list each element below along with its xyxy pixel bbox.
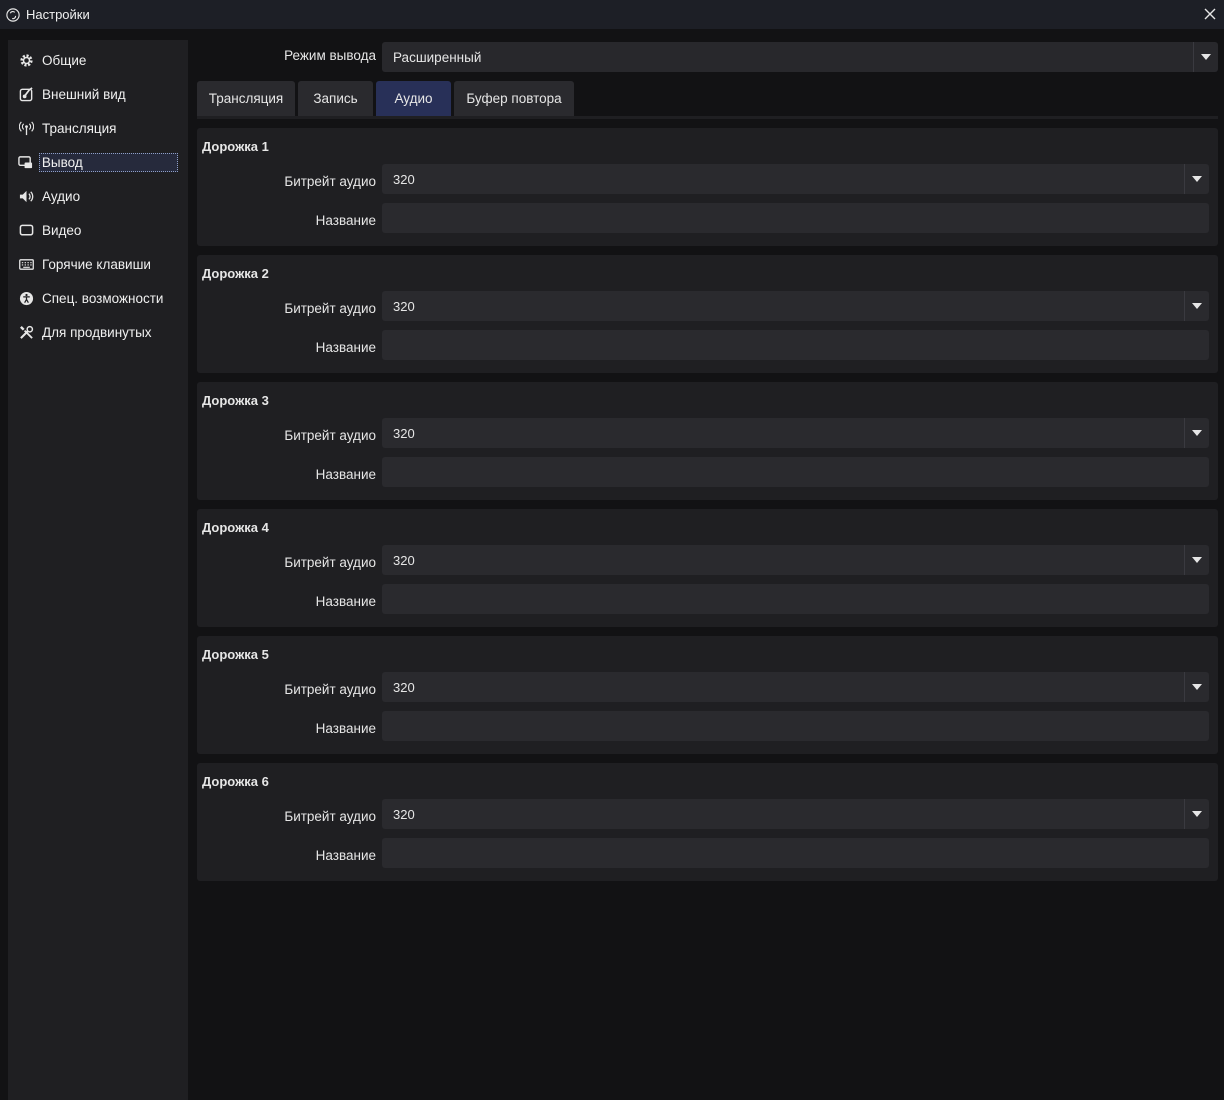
track-name-input[interactable]: [382, 838, 1209, 868]
window-title: Настройки: [26, 7, 90, 22]
sidebar-item-label: Для продвинутых: [42, 324, 152, 340]
sidebar-item-label: Общие: [42, 52, 87, 68]
bitrate-label: Битрейт аудио: [284, 555, 376, 570]
chevron-down-icon[interactable]: [1193, 42, 1218, 72]
sidebar-item-stream[interactable]: Трансляция: [18, 117, 178, 139]
bitrate-select[interactable]: 320: [382, 545, 1209, 575]
tab-audio[interactable]: Аудио: [376, 81, 451, 116]
bitrate-label: Битрейт аудио: [284, 301, 376, 316]
track-title: Дорожка 6: [202, 774, 269, 789]
chevron-down-icon[interactable]: [1184, 799, 1209, 829]
sidebar-item-label: Аудио: [42, 188, 81, 204]
output-mode-label: Режим вывода: [284, 48, 376, 63]
track-name-input[interactable]: [382, 203, 1209, 233]
bitrate-label: Битрейт аудио: [284, 428, 376, 443]
track-name-label: Название: [315, 594, 376, 609]
speaker-icon: [18, 188, 34, 204]
track-name-label: Название: [315, 340, 376, 355]
track-title: Дорожка 3: [202, 393, 269, 408]
sidebar-item-appearance[interactable]: Внешний вид: [18, 83, 178, 105]
monitor-icon: [18, 222, 34, 238]
bitrate-value: 320: [393, 425, 415, 441]
track-name-input[interactable]: [382, 457, 1209, 487]
tab-replay-buffer[interactable]: Буфер повтора: [454, 81, 574, 116]
sidebar-item-audio[interactable]: Аудио: [18, 185, 178, 207]
accessibility-icon: [18, 290, 34, 306]
sidebar-item-advanced[interactable]: Для продвинутых: [18, 321, 178, 343]
track-name-label: Название: [315, 721, 376, 736]
bitrate-select[interactable]: 320: [382, 672, 1209, 702]
bitrate-value: 320: [393, 679, 415, 695]
bitrate-label: Битрейт аудио: [284, 682, 376, 697]
chevron-down-icon[interactable]: [1184, 418, 1209, 448]
bitrate-value: 320: [393, 298, 415, 314]
track-group: Дорожка 5 Битрейт аудио 320 Название: [197, 636, 1218, 754]
bitrate-select[interactable]: 320: [382, 418, 1209, 448]
output-mode-select[interactable]: Расширенный: [382, 42, 1218, 72]
track-name-input[interactable]: [382, 711, 1209, 741]
tab-divider: [197, 116, 1218, 119]
sidebar-item-video[interactable]: Видео: [18, 219, 178, 241]
keyboard-icon: [18, 256, 34, 272]
track-name-label: Название: [315, 467, 376, 482]
track-name-label: Название: [315, 213, 376, 228]
settings-sidebar: Общие Внешний вид Трансляция Вывод Аудио…: [8, 40, 188, 1100]
bitrate-label: Битрейт аудио: [284, 174, 376, 189]
track-group: Дорожка 1 Битрейт аудио 320 Название: [197, 128, 1218, 246]
gear-icon: [18, 52, 34, 68]
appearance-icon: [18, 86, 34, 102]
sidebar-item-label: Трансляция: [42, 120, 117, 136]
close-icon[interactable]: [1202, 6, 1218, 22]
chevron-down-icon[interactable]: [1184, 291, 1209, 321]
sidebar-item-general[interactable]: Общие: [18, 49, 178, 71]
title-bar: Настройки: [0, 0, 1224, 29]
track-name-input[interactable]: [382, 330, 1209, 360]
sidebar-item-accessibility[interactable]: Спец. возможности: [18, 287, 178, 309]
tab-stream[interactable]: Трансляция: [197, 81, 295, 116]
obs-logo-icon: [6, 7, 20, 22]
bitrate-select[interactable]: 320: [382, 291, 1209, 321]
track-title: Дорожка 2: [202, 266, 269, 281]
bitrate-select[interactable]: 320: [382, 799, 1209, 829]
sidebar-item-label: Внешний вид: [42, 86, 126, 102]
bitrate-select[interactable]: 320: [382, 164, 1209, 194]
track-group: Дорожка 3 Битрейт аудио 320 Название: [197, 382, 1218, 500]
track-title: Дорожка 1: [202, 139, 269, 154]
chevron-down-icon[interactable]: [1184, 672, 1209, 702]
tab-recording[interactable]: Запись: [298, 81, 373, 116]
bitrate-value: 320: [393, 806, 415, 822]
track-group: Дорожка 4 Битрейт аудио 320 Название: [197, 509, 1218, 627]
output-mode-value: Расширенный: [393, 49, 482, 65]
track-group: Дорожка 6 Битрейт аудио 320 Название: [197, 763, 1218, 881]
track-name-input[interactable]: [382, 584, 1209, 614]
bitrate-value: 320: [393, 171, 415, 187]
track-group: Дорожка 2 Битрейт аудио 320 Название: [197, 255, 1218, 373]
track-title: Дорожка 4: [202, 520, 269, 535]
chevron-down-icon[interactable]: [1184, 164, 1209, 194]
track-name-label: Название: [315, 848, 376, 863]
sidebar-item-label: Вывод: [38, 152, 178, 172]
bitrate-value: 320: [393, 552, 415, 568]
sidebar-item-label: Горячие клавиши: [42, 256, 151, 272]
sidebar-item-hotkeys[interactable]: Горячие клавиши: [18, 253, 178, 275]
broadcast-icon: [18, 120, 34, 136]
sidebar-item-output[interactable]: Вывод: [18, 151, 178, 173]
chevron-down-icon[interactable]: [1184, 545, 1209, 575]
bitrate-label: Битрейт аудио: [284, 809, 376, 824]
tools-icon: [18, 324, 34, 340]
track-title: Дорожка 5: [202, 647, 269, 662]
output-icon: [18, 154, 34, 170]
sidebar-item-label: Спец. возможности: [42, 290, 164, 306]
sidebar-item-label: Видео: [42, 222, 82, 238]
